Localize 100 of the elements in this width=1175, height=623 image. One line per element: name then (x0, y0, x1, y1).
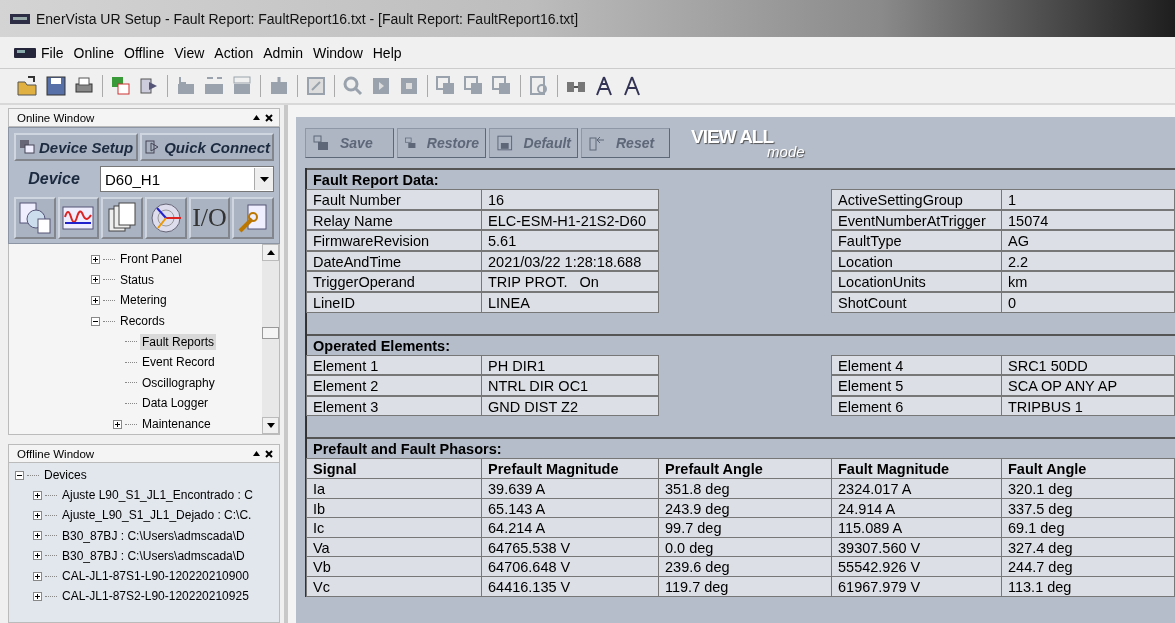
expand-icon[interactable] (33, 490, 42, 500)
expand-icon[interactable] (33, 510, 42, 520)
tree-item[interactable]: Ajuste_L90_S1_JL1_Dejado : C:\C. (60, 507, 254, 524)
field-label: Element 3 (306, 395, 482, 417)
field-value: AG (1001, 230, 1175, 251)
expand-icon[interactable] (33, 531, 42, 541)
device-dropdown[interactable]: D60_H1 (100, 166, 274, 192)
tool-button[interactable] (145, 197, 187, 239)
device-label: Device (27, 170, 81, 188)
default-icon (496, 134, 514, 152)
field-value: SRC1 50DD (1001, 354, 1175, 376)
menu-item[interactable]: Window (307, 42, 368, 63)
tree-item[interactable]: Event Record (140, 354, 217, 371)
tree-item[interactable]: Ajuste L90_S1_JL1_Encontrado : C (60, 487, 255, 504)
collapse-icon[interactable] (91, 316, 100, 326)
field-value: TRIP PROT. On (481, 271, 659, 292)
pin-icon[interactable] (253, 115, 260, 120)
field-label: FaultType (831, 230, 1002, 251)
field-label: LocationUnits (831, 271, 1002, 292)
tree-item[interactable]: B30_87BJ : C:\Users\admscada\D (60, 527, 247, 544)
table-cell: 239.6 deg (658, 556, 832, 577)
expand-icon[interactable] (91, 296, 100, 305)
field-label: DateAndTime (306, 250, 482, 272)
expand-icon[interactable] (33, 551, 42, 561)
field-label: Element 2 (306, 375, 482, 396)
expand-icon[interactable] (33, 571, 42, 581)
reset-icon (588, 134, 606, 152)
field-value: PH DIR1 (481, 354, 659, 376)
table-cell: 64416.135 V (481, 575, 659, 597)
tool-button[interactable] (101, 197, 143, 239)
table-cell: 64.214 A (481, 517, 659, 538)
save-icon[interactable] (44, 74, 68, 98)
column-header: Fault Magnitude (831, 458, 1002, 479)
close-icon[interactable] (265, 113, 273, 122)
tree-item[interactable]: Front Panel (118, 251, 185, 268)
panel-title: Online Window (17, 111, 95, 124)
table-cell: 115.089 A (831, 517, 1002, 538)
expand-icon[interactable] (33, 591, 42, 601)
table-cell: 351.8 deg (658, 477, 832, 499)
field-label: Fault Number (306, 189, 482, 210)
field-label: LineID (306, 291, 482, 313)
toolbar-button[interactable]: Quick Connect (140, 133, 274, 161)
scrollbar[interactable] (262, 244, 279, 434)
menu-item[interactable]: Online (68, 42, 120, 63)
field-value: 5.61 (481, 230, 659, 251)
tree-item[interactable]: Data Logger (140, 395, 211, 412)
column-header: Fault Angle (1001, 458, 1175, 479)
app-icon (10, 12, 30, 25)
scroll-down-icon[interactable] (266, 423, 275, 428)
table-cell: Vb (306, 556, 482, 577)
tree-item[interactable]: Oscillography (140, 374, 217, 391)
panel-title: Offline Window (17, 447, 95, 460)
tree-item[interactable]: Fault Reports (140, 333, 217, 350)
field-label: FirmwareRevision (306, 230, 482, 251)
toolbar-button[interactable]: Device Setup (14, 133, 139, 161)
scroll-up-icon[interactable] (266, 250, 275, 255)
table-cell: Vc (306, 575, 482, 597)
menu-item[interactable]: Admin (258, 42, 308, 63)
close-icon[interactable] (265, 449, 273, 458)
tree-item[interactable]: B30_87BJ : C:\Users\admscada\D (60, 547, 247, 564)
table-cell: 69.1 deg (1001, 517, 1175, 538)
table-cell: 55542.926 V (831, 556, 1002, 577)
field-value: 2.2 (1001, 250, 1175, 272)
tool-button[interactable] (57, 197, 100, 239)
expand-icon[interactable] (91, 254, 100, 264)
tree-item[interactable]: Records (118, 313, 167, 330)
field-value: 0 (1001, 291, 1175, 313)
expand-icon[interactable] (91, 275, 100, 285)
menu-item[interactable]: Help (367, 42, 407, 63)
field-label: Element 1 (306, 354, 482, 376)
table-cell: Ic (306, 517, 482, 538)
tree-item[interactable]: CAL-JL1-87S1-L90-120220210900 (60, 568, 251, 585)
menu-item[interactable]: View (169, 42, 210, 63)
scroll-thumb[interactable] (262, 327, 279, 339)
open-folder-icon[interactable] (16, 74, 40, 98)
table-cell: 99.7 deg (658, 517, 832, 538)
pin-icon[interactable] (253, 451, 260, 456)
collapse-icon[interactable] (15, 470, 24, 480)
dropdown-arrow-icon (259, 176, 269, 182)
tree-item[interactable]: Status (118, 271, 157, 288)
tree-item[interactable]: Metering (118, 292, 169, 309)
phasor-diagram-icon (148, 201, 183, 235)
tool-button[interactable]: I/O (188, 197, 231, 239)
table-cell: 244.7 deg (1001, 556, 1175, 577)
tree-item[interactable]: Maintenance (140, 416, 213, 433)
field-value: TRIPBUS 1 (1001, 395, 1175, 417)
table-cell: 113.1 deg (1001, 575, 1175, 597)
menu-item[interactable]: Action (209, 42, 259, 63)
tool-button[interactable] (14, 197, 56, 239)
field-label: Element 4 (831, 354, 1002, 376)
menu-item[interactable]: File (36, 42, 69, 63)
tree-item[interactable]: Devices (42, 467, 89, 484)
clock-document-icon (17, 201, 52, 235)
expand-icon[interactable] (113, 419, 122, 429)
menu-item[interactable]: Offline (119, 42, 170, 63)
tree-item[interactable]: CAL-JL1-87S2-L90-120220210925 (60, 588, 251, 605)
column-header: Prefault Angle (658, 458, 832, 479)
field-label: TriggerOperand (306, 271, 482, 292)
field-value: 16 (481, 189, 659, 210)
computer-icon (18, 139, 35, 155)
